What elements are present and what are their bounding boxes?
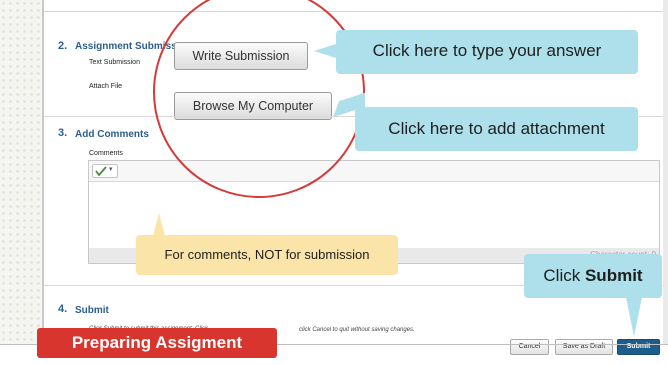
callout-click-submit-text: Click Submit xyxy=(543,266,643,285)
left-rail xyxy=(0,0,42,345)
callout-type-answer: Click here to type your answer xyxy=(336,30,638,74)
submit-instructions-right: click Cancel to quit without saving chan… xyxy=(299,327,415,333)
save-as-draft-button[interactable]: Save as Draft xyxy=(555,339,613,355)
top-rule xyxy=(44,11,668,12)
section-4-title: Submit xyxy=(75,305,109,316)
callout-click-submit: Click Submit xyxy=(524,254,662,298)
right-scroll-rail xyxy=(663,0,668,345)
callout-comments-note: For comments, NOT for submission xyxy=(136,235,398,275)
section-3-number: 3. xyxy=(58,127,68,139)
callout-type-answer-text: Click here to type your answer xyxy=(372,41,602,60)
section-2-number: 2. xyxy=(58,40,68,52)
spellcheck-icon xyxy=(95,166,107,176)
banner-title: Preparing Assigment xyxy=(71,333,243,352)
text-submission-label: Text Submission xyxy=(89,59,140,66)
comments-label: Comments xyxy=(89,150,123,157)
callout-pointer xyxy=(314,44,336,58)
spellcheck-button[interactable]: ▾ xyxy=(92,164,118,178)
submit-button[interactable]: Submit xyxy=(617,339,660,355)
section-3-title: Add Comments xyxy=(75,129,149,140)
spellcheck-dropdown-icon: ▾ xyxy=(109,166,113,173)
callout-pointer xyxy=(626,297,642,337)
callout-pointer xyxy=(153,213,165,236)
comments-toolbar xyxy=(89,161,659,182)
callout-add-attachment-text: Click here to add attachment xyxy=(388,119,605,138)
left-divider xyxy=(42,0,44,345)
callout-comments-note-text: For comments, NOT for submission xyxy=(164,247,370,262)
banner: Preparing Assigment xyxy=(37,328,277,358)
section-4-number: 4. xyxy=(58,303,68,315)
cancel-button[interactable]: Cancel xyxy=(510,339,549,355)
attach-file-label: Attach File xyxy=(89,83,123,90)
callout-add-attachment: Click here to add attachment xyxy=(355,107,638,151)
